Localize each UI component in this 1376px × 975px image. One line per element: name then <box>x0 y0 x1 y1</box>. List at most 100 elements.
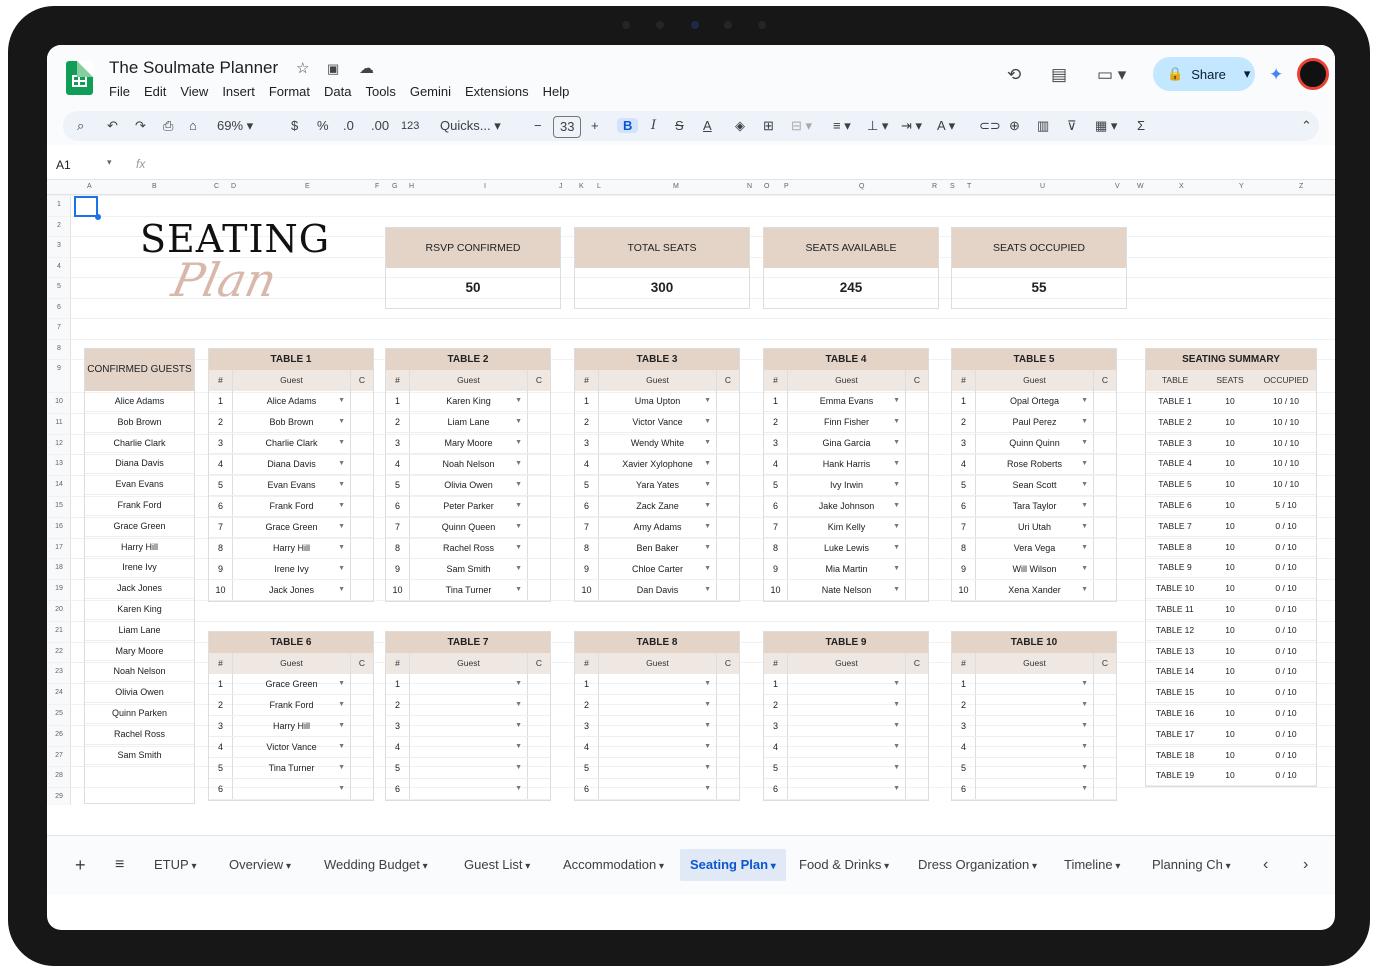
checkbox-cell[interactable] <box>717 433 739 453</box>
avatar[interactable] <box>1297 58 1329 90</box>
dropdown-arrow-icon[interactable]: ▼ <box>338 412 345 432</box>
column-header[interactable]: R <box>932 183 937 190</box>
checkbox-cell[interactable] <box>906 433 928 453</box>
confirmed-guest[interactable]: Olivia Owen <box>85 682 194 703</box>
row-header[interactable]: 24 <box>47 689 71 696</box>
dropdown-arrow-icon[interactable]: ▼ <box>893 433 900 453</box>
dropdown-arrow-icon[interactable]: ▼ <box>704 779 711 799</box>
guest-dropdown[interactable]: Frank Ford ▼ <box>233 695 351 715</box>
document-title[interactable]: The Soulmate Planner <box>109 58 278 78</box>
guest-dropdown[interactable]: Mia Martin ▼ <box>788 559 906 579</box>
sheet-tab[interactable]: Food & Drinks ▾ <box>789 849 899 881</box>
checkbox-cell[interactable] <box>717 391 739 411</box>
guest-dropdown[interactable]: Uma Upton ▼ <box>599 391 717 411</box>
guest-dropdown[interactable]: Hank Harris ▼ <box>788 454 906 474</box>
confirmed-guest[interactable]: Jack Jones <box>85 578 194 599</box>
cloud-status-icon[interactable]: ☁ <box>359 59 374 77</box>
checkbox-cell[interactable] <box>717 559 739 579</box>
dropdown-arrow-icon[interactable]: ▼ <box>338 695 345 715</box>
sheet-tab[interactable]: Seating Plan ▾ <box>680 849 786 881</box>
menu-item-gemini[interactable]: Gemini <box>410 84 451 99</box>
gemini-icon[interactable]: ✦ <box>1269 65 1283 85</box>
dropdown-arrow-icon[interactable]: ▼ <box>893 475 900 495</box>
scroll-tabs-right-icon[interactable]: › <box>1293 849 1318 881</box>
chevron-down-icon[interactable]: ▾ <box>881 861 889 872</box>
guest-dropdown[interactable]: Grace Green ▼ <box>233 517 351 537</box>
dropdown-arrow-icon[interactable]: ▼ <box>1081 580 1088 600</box>
checkbox-cell[interactable] <box>1094 454 1116 474</box>
checkbox-cell[interactable] <box>351 391 373 411</box>
fill-color-icon[interactable]: ◈ <box>735 111 745 141</box>
column-header[interactable]: P <box>784 183 789 190</box>
dropdown-arrow-icon[interactable]: ▼ <box>704 391 711 411</box>
checkbox-cell[interactable] <box>528 391 550 411</box>
guest-dropdown[interactable]: Finn Fisher ▼ <box>788 412 906 432</box>
checkbox-cell[interactable] <box>1094 758 1116 778</box>
dropdown-arrow-icon[interactable]: ▼ <box>704 496 711 516</box>
dropdown-arrow-icon[interactable]: ▼ <box>1081 758 1088 778</box>
checkbox-cell[interactable] <box>717 758 739 778</box>
dropdown-arrow-icon[interactable]: ▼ <box>893 454 900 474</box>
guest-dropdown[interactable]: Quinn Queen ▼ <box>410 517 528 537</box>
guest-dropdown[interactable]: Noah Nelson ▼ <box>410 454 528 474</box>
decrease-decimal-button[interactable]: .0 <box>343 111 354 141</box>
dropdown-arrow-icon[interactable]: ▼ <box>515 716 522 736</box>
row-header[interactable]: 5 <box>47 283 71 290</box>
italic-button[interactable]: I <box>651 111 656 141</box>
column-header[interactable]: I <box>484 183 486 190</box>
add-sheet-icon[interactable]: + <box>65 849 96 881</box>
row-header[interactable]: 27 <box>47 752 71 759</box>
checkbox-cell[interactable] <box>528 779 550 799</box>
dropdown-arrow-icon[interactable]: ▼ <box>338 454 345 474</box>
guest-dropdown[interactable]: Vera Vega ▼ <box>976 538 1094 558</box>
confirmed-guest[interactable]: Charlie Clark <box>85 433 194 454</box>
text-rotate-icon[interactable]: A ▾ <box>937 111 955 141</box>
row-header[interactable]: 26 <box>47 731 71 738</box>
checkbox-cell[interactable] <box>1094 580 1116 600</box>
row-header[interactable]: 17 <box>47 544 71 551</box>
dropdown-arrow-icon[interactable]: ▼ <box>1081 538 1088 558</box>
checkbox-cell[interactable] <box>528 695 550 715</box>
chevron-down-icon[interactable]: ▾ <box>656 861 664 872</box>
column-header[interactable]: S <box>950 183 955 190</box>
menu-item-insert[interactable]: Insert <box>222 84 255 99</box>
guest-dropdown[interactable]: Tina Turner ▼ <box>233 758 351 778</box>
dropdown-arrow-icon[interactable]: ▼ <box>515 737 522 757</box>
checkbox-cell[interactable] <box>717 412 739 432</box>
guest-dropdown[interactable]: Paul Perez ▼ <box>976 412 1094 432</box>
checkbox-cell[interactable] <box>351 758 373 778</box>
checkbox-cell[interactable] <box>351 716 373 736</box>
checkbox-cell[interactable] <box>1094 737 1116 757</box>
dropdown-arrow-icon[interactable]: ▼ <box>1081 737 1088 757</box>
meet-icon[interactable]: ▭ ▾ <box>1097 65 1126 85</box>
column-header[interactable]: G <box>392 183 397 190</box>
dropdown-arrow-icon[interactable]: ▼ <box>1081 475 1088 495</box>
dropdown-arrow-icon[interactable]: ▼ <box>338 737 345 757</box>
guest-dropdown[interactable]: Jack Jones ▼ <box>233 580 351 600</box>
row-header[interactable]: 3 <box>47 242 71 249</box>
paint-format-icon[interactable]: ⌂ <box>189 111 197 141</box>
guest-dropdown[interactable]: Alice Adams ▼ <box>233 391 351 411</box>
checkbox-cell[interactable] <box>528 475 550 495</box>
column-header[interactable]: L <box>597 183 601 190</box>
row-header[interactable]: 10 <box>47 398 71 405</box>
column-header[interactable]: H <box>409 183 414 190</box>
row-header[interactable]: 21 <box>47 627 71 634</box>
chevron-down-icon[interactable]: ▾ <box>523 861 530 872</box>
guest-dropdown[interactable]: Uri Utah ▼ <box>976 517 1094 537</box>
chevron-down-icon[interactable]: ▾ <box>1029 861 1037 872</box>
guest-dropdown[interactable]: Xavier Xylophone ▼ <box>599 454 717 474</box>
share-button[interactable]: 🔒 Share ▾ <box>1153 57 1255 91</box>
dropdown-arrow-icon[interactable]: ▼ <box>338 475 345 495</box>
dropdown-arrow-icon[interactable]: ▼ <box>704 695 711 715</box>
confirmed-guest[interactable]: Bob Brown <box>85 412 194 433</box>
print-icon[interactable]: ⎙ <box>163 111 173 141</box>
row-header[interactable]: 16 <box>47 523 71 530</box>
checkbox-cell[interactable] <box>906 716 928 736</box>
row-header[interactable]: 22 <box>47 648 71 655</box>
sheet-tab[interactable]: Guest List ▾ <box>454 849 540 881</box>
column-header[interactable]: A <box>87 183 92 190</box>
checkbox-cell[interactable] <box>906 391 928 411</box>
dropdown-arrow-icon[interactable]: ▼ <box>1081 454 1088 474</box>
guest-dropdown[interactable]: ▼ <box>410 674 528 694</box>
